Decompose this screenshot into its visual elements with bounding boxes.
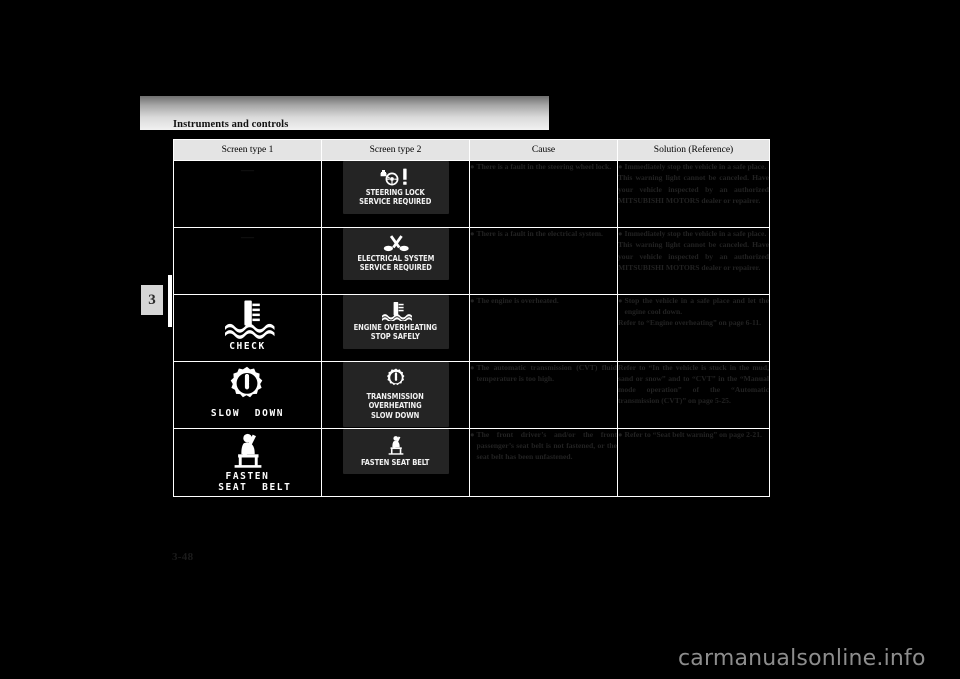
solution-extra-text: This warning light cannot be canceled. H… [618, 173, 769, 205]
screen-caption: STEERING LOCK SERVICE REQUIRED [359, 187, 432, 207]
table-row: FASTEN SEAT BELT FASTEN SEAT BELT ● The … [173, 428, 770, 497]
screen-caption: CHECK [229, 341, 266, 352]
bullet-icon: ● [470, 295, 475, 305]
solution-extra-text: Refer to “Engine overheating” on page 6-… [618, 318, 762, 328]
column-header-cause: Cause [469, 139, 618, 161]
screen-caption: TRANSMISSION OVERHEATING SLOW DOWN [366, 391, 425, 420]
solution-text: Immediately stop the vehicle in a safe p… [624, 229, 767, 238]
screen-type-1-cell: — [173, 160, 322, 228]
solution-cell: ● Immediately stop the vehicle in a safe… [617, 160, 770, 228]
electrical-system-icon [379, 234, 413, 252]
table-row: — [173, 160, 770, 228]
screen-type-1-cell: — [173, 227, 322, 295]
column-header-screen-type-2: Screen type 2 [321, 139, 470, 161]
steering-lock-icon [378, 167, 414, 186]
table-row: — [173, 227, 770, 295]
bullet-icon: ● [618, 228, 623, 238]
chapter-marker: 3 [141, 285, 163, 315]
bullet-icon: ● [618, 295, 623, 305]
site-watermark: carmanualsonline.info [678, 646, 926, 671]
running-head: Instruments and controls [173, 119, 289, 130]
seat-belt-icon [385, 435, 407, 456]
screen-type-2-cell: STEERING LOCK SERVICE REQUIRED [321, 160, 470, 228]
screen-type-2-cell: TRANSMISSION OVERHEATING SLOW DOWN [321, 361, 470, 429]
solution-extra-text: This warning light cannot be canceled. H… [618, 240, 769, 272]
screen-type-1-cell: CHECK [173, 294, 322, 362]
cause-cell: ● There is a fault in the steering wheel… [469, 160, 618, 228]
screen-caption: FASTEN SEAT BELT [361, 457, 430, 467]
solution-text: Refer to “In the vehicle is stuck in the… [618, 363, 769, 406]
solution-text: Immediately stop the vehicle in a safe p… [624, 162, 767, 171]
screen-caption: SLOW DOWN [210, 408, 285, 419]
seat-belt-icon [228, 433, 268, 469]
cause-cell: ● The automatic transmission (CVT) fluid… [469, 361, 618, 429]
bullet-icon: ● [470, 228, 475, 238]
bullet-icon: ● [618, 161, 623, 171]
solution-cell: Refer to “In the vehicle is stuck in the… [617, 361, 770, 429]
warning-messages-table: Screen type 1 Screen type 2 Cause Soluti… [173, 139, 770, 497]
solution-text: Stop the vehicle in a safe place and let… [624, 296, 769, 317]
table-row: SLOW DOWN TRANSMISSION OVERHEATING SLOW … [173, 361, 770, 429]
solution-cell: ● Stop the vehicle in a safe place and l… [617, 294, 770, 362]
bullet-icon: ● [470, 429, 475, 439]
column-header-solution: Solution (Reference) [617, 139, 770, 161]
cause-text: The front driver’s and/or the front pass… [476, 430, 617, 462]
cause-text: The engine is overheated. [476, 296, 559, 305]
cause-text: The automatic transmission (CVT) fluid t… [476, 363, 617, 384]
cause-text: There is a fault in the steering wheel l… [476, 162, 612, 171]
chapter-rule [168, 275, 172, 327]
column-header-screen-type-1: Screen type 1 [173, 139, 322, 161]
screen-type-1-cell: FASTEN SEAT BELT [173, 428, 322, 497]
screen-caption: FASTEN SEAT BELT [218, 471, 292, 493]
table-header-row: Screen type 1 Screen type 2 Cause Soluti… [173, 139, 770, 161]
page-number: 3-48 [172, 551, 194, 563]
screen-type-2-cell: ENGINE OVERHEATING STOP SAFELY [321, 294, 470, 362]
solution-cell: ● Immediately stop the vehicle in a safe… [617, 227, 770, 295]
cause-cell: ● There is a fault in the electrical sys… [469, 227, 618, 295]
cause-cell: ● The engine is overheated. [469, 294, 618, 362]
bullet-icon: ● [470, 161, 475, 171]
screen-type-2-cell: ELECTRICAL SYSTEM SERVICE REQUIRED [321, 227, 470, 295]
coolant-temperature-icon [221, 299, 275, 339]
solution-cell: ● Refer to “Seat belt warning” on page 2… [617, 428, 770, 497]
transmission-overheat-icon [385, 368, 407, 390]
bullet-icon: ● [470, 362, 475, 372]
manual-page: Instruments and controls 3 Screen type 1… [0, 0, 960, 679]
screen-type-1-cell: SLOW DOWN [173, 361, 322, 429]
solution-text: Refer to “Seat belt warning” on page 2-2… [624, 430, 762, 439]
screen-caption: ENGINE OVERHEATING STOP SAFELY [353, 322, 438, 342]
screen-type-2-cell: FASTEN SEAT BELT [321, 428, 470, 497]
table-row: CHECK ENGINE OVERHEATING STOP SAFELY ● T… [173, 294, 770, 362]
bullet-icon: ● [618, 429, 623, 439]
cause-text: There is a fault in the electrical syste… [476, 229, 603, 238]
coolant-temperature-icon [379, 301, 413, 321]
transmission-overheat-icon [227, 366, 267, 406]
no-display-dash: — [241, 162, 254, 177]
no-display-dash: — [241, 229, 254, 244]
screen-caption: ELECTRICAL SYSTEM SERVICE REQUIRED [357, 253, 434, 273]
cause-cell: ● The front driver’s and/or the front pa… [469, 428, 618, 497]
